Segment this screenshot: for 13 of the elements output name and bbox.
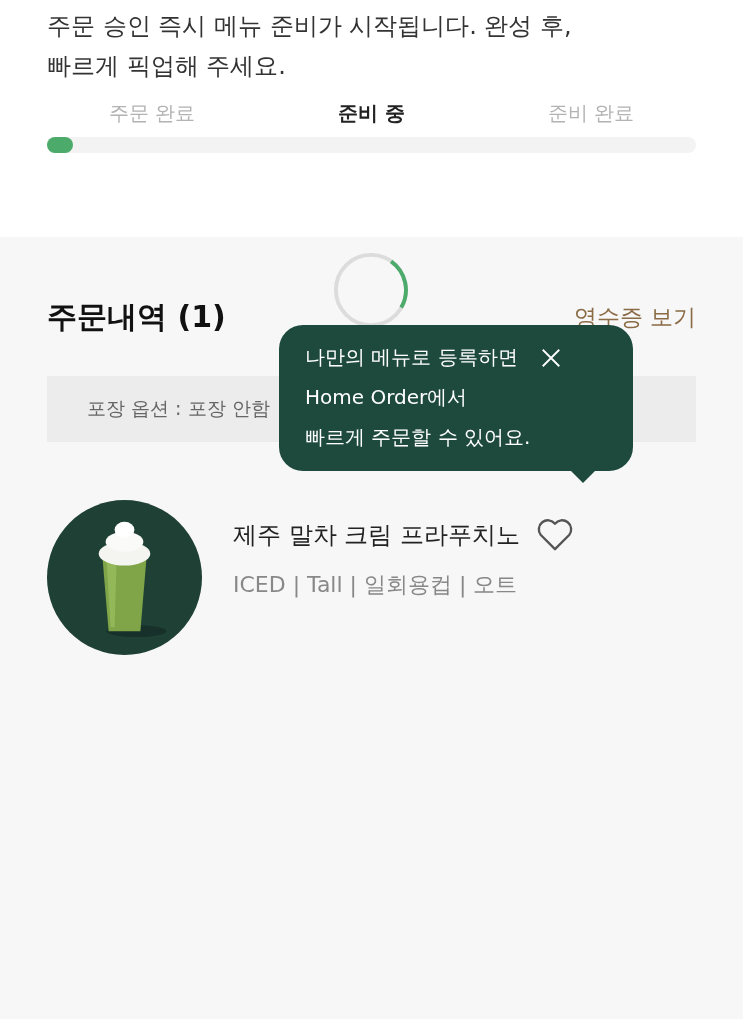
section-title: 주문내역 (1)	[47, 298, 226, 336]
progress-step: 준비 완료	[547, 100, 634, 127]
packaging-text: 포장 옵션 : 포장 안함	[87, 396, 270, 421]
progress-step: 주문 완료	[109, 100, 196, 127]
menu-name: 제주 말차 크림 프라푸치노	[233, 520, 520, 551]
close-icon[interactable]	[540, 347, 563, 369]
tooltip-text: 빠르게 주문할 수 있어요.	[305, 424, 531, 451]
progress-step: 준비 중	[338, 100, 405, 127]
heart-icon[interactable]	[535, 518, 574, 552]
notice-text: 주문 승인 즉시 메뉴 준비가 시작됩니다. 완성 후, 빠르게 픽업해 주세요.	[47, 11, 572, 82]
tooltip-text: Home Order에서	[305, 384, 469, 411]
menu-options: ICED | Tall | 일회용컵 | 오트	[233, 570, 574, 600]
tooltip-text: 나만의 메뉴로 등록하면	[305, 344, 519, 371]
